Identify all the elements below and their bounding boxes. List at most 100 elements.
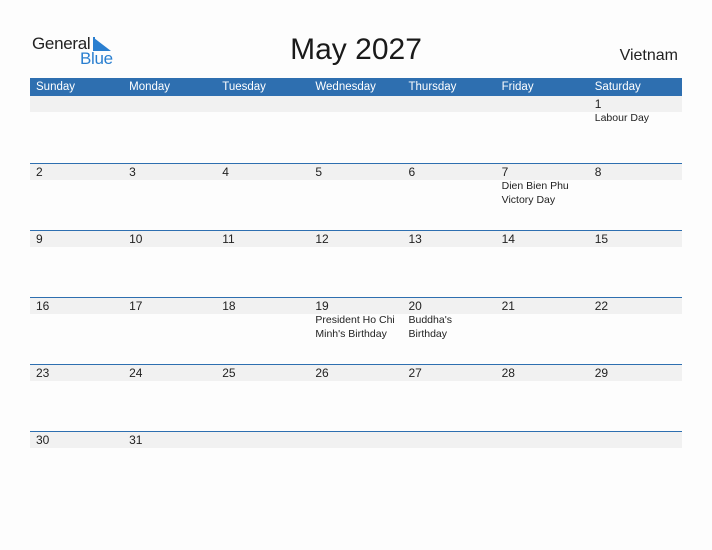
day-cell: 30: [30, 432, 123, 498]
day-cell: [309, 96, 402, 163]
day-number: 5: [315, 165, 323, 179]
week-row: 9 10 11 12 13 14 15: [30, 230, 682, 297]
day-cell: 9: [30, 231, 123, 297]
day-number: [129, 96, 216, 112]
day-number: 18: [222, 299, 236, 313]
day-cell: 14: [496, 231, 589, 297]
day-cell: 25: [216, 365, 309, 431]
day-number: [502, 432, 589, 448]
day-cell: 26: [309, 365, 402, 431]
day-number: 17: [129, 299, 143, 313]
day-cell: [403, 432, 496, 498]
weekday-monday: Monday: [129, 81, 171, 93]
day-number: 15: [594, 232, 609, 246]
day-number: 23: [36, 366, 50, 380]
day-cell: 20 Buddha's Birthday: [403, 298, 496, 364]
day-number: [315, 96, 402, 112]
week-row: 16 17 18 19 President Ho Chi Minh's Birthday…: [30, 297, 682, 364]
day-number: 22: [594, 299, 609, 313]
day-cell: 28: [496, 365, 589, 431]
week-row: 30 31: [30, 431, 682, 498]
day-number: 21: [501, 299, 515, 313]
day-number: 26: [315, 366, 329, 380]
week-row: 1 Labour Day: [30, 96, 682, 163]
day-cell: [496, 96, 589, 163]
day-number: [595, 432, 682, 448]
day-cell: 24: [123, 365, 216, 431]
day-number: 25: [222, 366, 236, 380]
day-cell: [403, 96, 496, 163]
weekday-thursday: Thursday: [408, 81, 457, 93]
country-label: Vietnam: [619, 47, 678, 64]
day-number: 1: [594, 97, 602, 111]
day-cell: 7 Dien Bien Phu Victory Day: [496, 164, 589, 230]
day-number: 9: [36, 232, 43, 246]
weekday-friday: Friday: [501, 81, 534, 93]
holiday-label: Dien Bien Phu Victory Day: [501, 180, 569, 206]
day-cell: [496, 432, 589, 498]
day-cell: 6: [403, 164, 496, 230]
holiday-label: Buddha's Birthday: [408, 314, 452, 340]
day-cell: [589, 432, 682, 498]
day-cell: 12: [309, 231, 402, 297]
weeks-container: 1 Labour Day 2 3 4 5 6 7 Dien Bien Phu Victory D…: [30, 96, 682, 498]
day-number: 13: [408, 232, 422, 246]
day-number: [315, 432, 402, 448]
day-cell: [216, 96, 309, 163]
day-cell: 2: [30, 164, 123, 230]
month-calendar: Sunday Monday Tuesday Wednesday Thursday…: [30, 78, 682, 498]
day-number: 11: [222, 232, 235, 246]
day-number: 6: [408, 165, 416, 179]
day-number: 31: [129, 433, 143, 447]
day-number: 4: [222, 165, 229, 179]
day-cell: 8: [589, 164, 682, 230]
day-cell: [30, 96, 123, 163]
day-number: 24: [129, 366, 143, 380]
day-cell: 18: [216, 298, 309, 364]
day-cell: 16: [30, 298, 123, 364]
day-cell: 27: [403, 365, 496, 431]
day-number: 27: [408, 366, 422, 380]
weekday-sunday: Sunday: [36, 81, 76, 93]
week-row: 2 3 4 5 6 7 Dien Bien Phu Victory Day 8: [30, 163, 682, 230]
holiday-label: Labour Day: [594, 112, 650, 124]
day-number: 29: [594, 366, 609, 380]
day-number: [409, 432, 496, 448]
day-number: 19: [315, 299, 329, 313]
day-cell: 13: [403, 231, 496, 297]
calendar-title: May 2027: [290, 33, 422, 66]
weekday-header: Sunday Monday Tuesday Wednesday Thursday…: [30, 78, 682, 96]
day-number: [36, 96, 123, 112]
day-number: [409, 96, 496, 112]
day-number: 10: [129, 232, 143, 246]
day-number: 3: [129, 165, 136, 179]
weekday-saturday: Saturday: [594, 81, 641, 93]
weekday-tuesday: Tuesday: [222, 81, 266, 93]
day-cell: 11: [216, 231, 309, 297]
day-number: 14: [501, 232, 515, 246]
day-number: 16: [36, 299, 50, 313]
day-number: [502, 96, 589, 112]
day-number: 20: [408, 299, 422, 313]
day-cell: 10: [123, 231, 216, 297]
day-number: [222, 432, 309, 448]
day-cell: 4: [216, 164, 309, 230]
day-number: 28: [501, 366, 515, 380]
day-number: 12: [315, 232, 329, 246]
day-number: 30: [36, 433, 50, 447]
day-cell: [216, 432, 309, 498]
day-cell: [309, 432, 402, 498]
day-cell: 31: [123, 432, 216, 498]
day-cell: 17: [123, 298, 216, 364]
day-cell: 22: [589, 298, 682, 364]
day-cell: 23: [30, 365, 123, 431]
day-number: 8: [594, 165, 602, 179]
day-number: 7: [501, 165, 509, 179]
weekday-wednesday: Wednesday: [315, 81, 376, 93]
day-number: 2: [36, 165, 43, 179]
day-cell: 15: [589, 231, 682, 297]
day-cell: 19 President Ho Chi Minh's Birthday: [309, 298, 402, 364]
day-cell: 1 Labour Day: [589, 96, 682, 163]
holiday-label: President Ho Chi Minh's Birthday: [315, 314, 395, 340]
week-row: 23 24 25 26 27 28 29: [30, 364, 682, 431]
